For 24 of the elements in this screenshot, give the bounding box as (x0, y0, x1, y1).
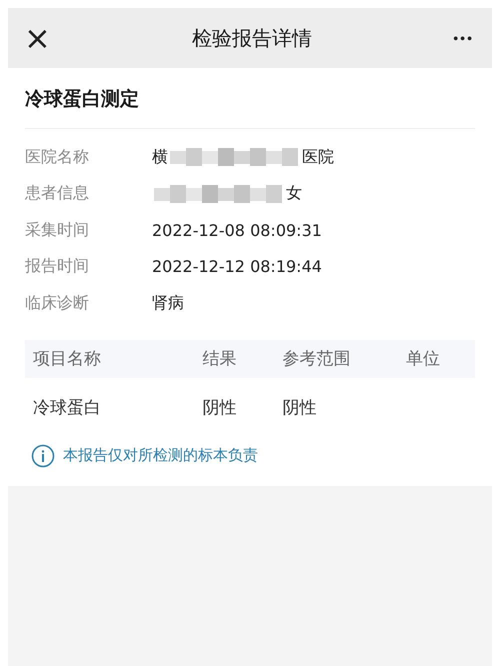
field-value: 横 (152, 146, 168, 168)
report-title: 冷球蛋白测定 (25, 68, 475, 129)
field-value: 医院 (302, 146, 334, 168)
column-header: 单位 (406, 348, 441, 370)
more-button[interactable]: ••• (453, 30, 474, 46)
info-icon (31, 444, 55, 468)
field-label: 患者信息 (25, 183, 90, 204)
table-cell-text: 冷球蛋白 (32, 397, 102, 419)
field-label: 医院名称 (25, 146, 90, 168)
disclaimer-note: 本报告仅对所检测的标本负责 (63, 446, 258, 465)
field-label: 采集时间 (25, 220, 90, 241)
page-title: 检验报告详情 (192, 24, 312, 52)
close-button[interactable]: × (24, 22, 51, 54)
table-cell-text: 阴性 (202, 397, 238, 419)
field-value: 肾病 (152, 292, 184, 314)
field-value: 2022-12-12 08:19:44 (152, 257, 322, 276)
table-cell-text: 阴性 (282, 397, 318, 419)
column-header: 参考范围 (282, 348, 352, 370)
column-header: 结果 (202, 348, 238, 370)
column-header: 项目名称 (32, 348, 102, 370)
field-value: 2022-12-08 08:09:31 (152, 220, 322, 240)
field-value: 女 (286, 183, 302, 204)
field-label: 报告时间 (25, 256, 90, 278)
field-label: 临床诊断 (25, 292, 90, 314)
